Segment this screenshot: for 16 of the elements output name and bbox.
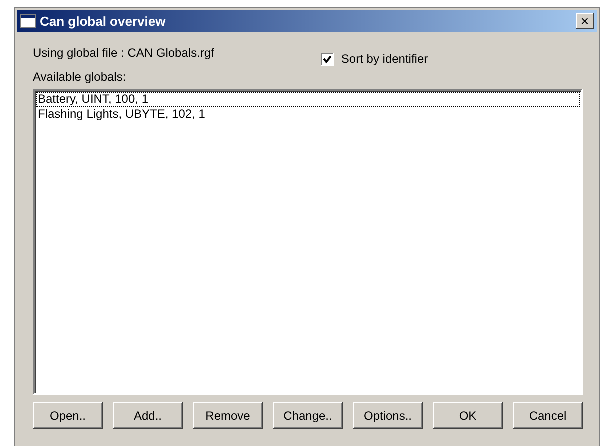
dialog-button[interactable]: Change.. (273, 402, 343, 429)
window-icon (20, 14, 36, 28)
checkbox-label: Sort by identifier (341, 52, 428, 66)
dialog-button[interactable]: Remove (193, 402, 263, 429)
list-label: Available globals: (33, 70, 128, 84)
dialog-button[interactable]: Open.. (33, 402, 103, 429)
dialog-button[interactable]: OK (433, 402, 503, 429)
dialog-button[interactable]: Options.. (353, 402, 423, 429)
close-button[interactable]: × (576, 13, 594, 29)
file-label: Using global file : CAN Globals.rgf (33, 46, 214, 60)
window-title: Can global overview (40, 14, 167, 28)
dialog-button[interactable]: Cancel (513, 402, 583, 429)
list-item[interactable]: Flashing Lights, UBYTE, 102, 1 (36, 107, 580, 122)
sort-checkbox[interactable] (321, 52, 334, 66)
list-item[interactable]: Battery, UINT, 100, 1 (36, 92, 580, 107)
dialog-button[interactable]: Add.. (113, 402, 183, 429)
